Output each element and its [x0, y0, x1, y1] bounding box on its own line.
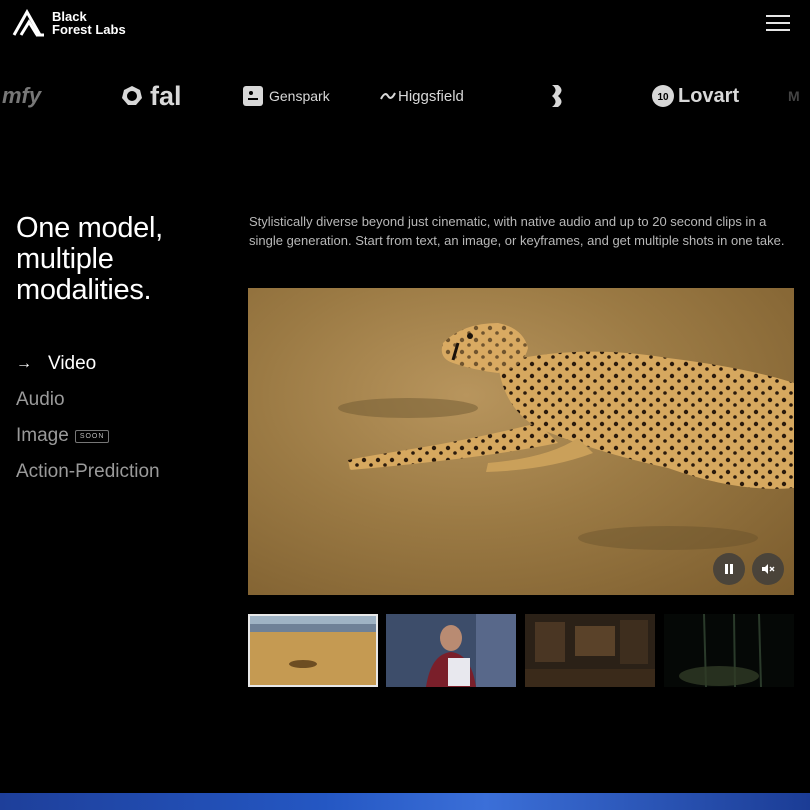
- arrow-right-icon: →: [16, 355, 32, 372]
- svg-text:10: 10: [657, 92, 669, 103]
- video-player[interactable]: [248, 288, 794, 595]
- partner-logo-partial: M: [788, 88, 800, 104]
- fal-logo-icon: [122, 86, 142, 105]
- modality-label: Audio: [16, 389, 65, 410]
- pause-icon: [725, 564, 733, 574]
- modality-label: Image: [16, 425, 69, 446]
- partner-logo-strip: mfy fal Genspark Higgsfield 10 Lovart M: [0, 70, 810, 122]
- partner-name: Lovart: [678, 84, 740, 107]
- menu-icon-bar: [766, 29, 790, 31]
- partner-name: fal: [150, 80, 182, 111]
- thumbnail-cheetah[interactable]: [248, 614, 378, 687]
- mute-button[interactable]: [752, 553, 784, 585]
- lovart-logo-icon: 10: [652, 85, 674, 107]
- hamburger-menu-button[interactable]: [766, 15, 790, 33]
- brand-name: Black Forest Labs: [52, 10, 126, 36]
- reporter-thumbnail-image: [386, 614, 516, 687]
- partner-name: mfy: [2, 83, 42, 108]
- thumbnail-forest[interactable]: [664, 614, 794, 687]
- modality-item-action-prediction[interactable]: Action-Prediction: [16, 454, 236, 490]
- menu-icon-bar: [766, 22, 790, 24]
- partner-logo-mark: [549, 70, 567, 122]
- partner-logo-lovart: 10 Lovart: [652, 70, 739, 122]
- brand-line-2: Forest Labs: [52, 22, 126, 37]
- partner-logo-mfy: mfy: [2, 70, 41, 122]
- next-section-banner: [0, 793, 810, 810]
- partner-logo-higgsfield: Higgsfield: [380, 70, 464, 122]
- site-header: Black Forest Labs: [0, 0, 810, 50]
- modality-item-video[interactable]: → Video: [16, 346, 236, 382]
- modality-item-audio[interactable]: Audio: [16, 382, 236, 418]
- thumbnail-reporter[interactable]: [386, 614, 516, 687]
- modality-description: Stylistically diverse beyond just cinema…: [249, 214, 785, 248]
- modality-list: → Video Audio Image SOON Action-Predicti…: [16, 346, 236, 490]
- partner-logo-genspark: Genspark: [243, 70, 330, 122]
- partner-name: Genspark: [269, 88, 330, 104]
- library-thumbnail-image: [525, 614, 655, 687]
- brand-mark-icon: [12, 9, 44, 37]
- modality-label: Video: [48, 353, 97, 374]
- forest-thumbnail-image: [664, 614, 794, 687]
- brand-logo[interactable]: Black Forest Labs: [12, 9, 126, 37]
- pause-button[interactable]: [713, 553, 745, 585]
- genspark-logo-icon: [243, 86, 263, 106]
- partner-mark-icon: [552, 85, 562, 107]
- modality-label: Action-Prediction: [16, 461, 160, 482]
- menu-icon-bar: [766, 15, 790, 17]
- modality-item-image[interactable]: Image SOON: [16, 418, 236, 454]
- thumbnail-library[interactable]: [525, 614, 655, 687]
- mute-icon: [762, 564, 775, 574]
- soon-badge: SOON: [74, 429, 110, 443]
- cheetah-video-frame: [338, 323, 794, 550]
- partner-logo-fal: fal: [120, 70, 182, 122]
- higgsfield-logo-icon: [380, 92, 396, 100]
- partner-name: Higgsfield: [398, 87, 464, 105]
- cheetah-thumbnail-image: [248, 614, 378, 687]
- section-headline: One model, multiple modalities.: [16, 212, 163, 306]
- video-thumbnail-strip: [248, 614, 794, 688]
